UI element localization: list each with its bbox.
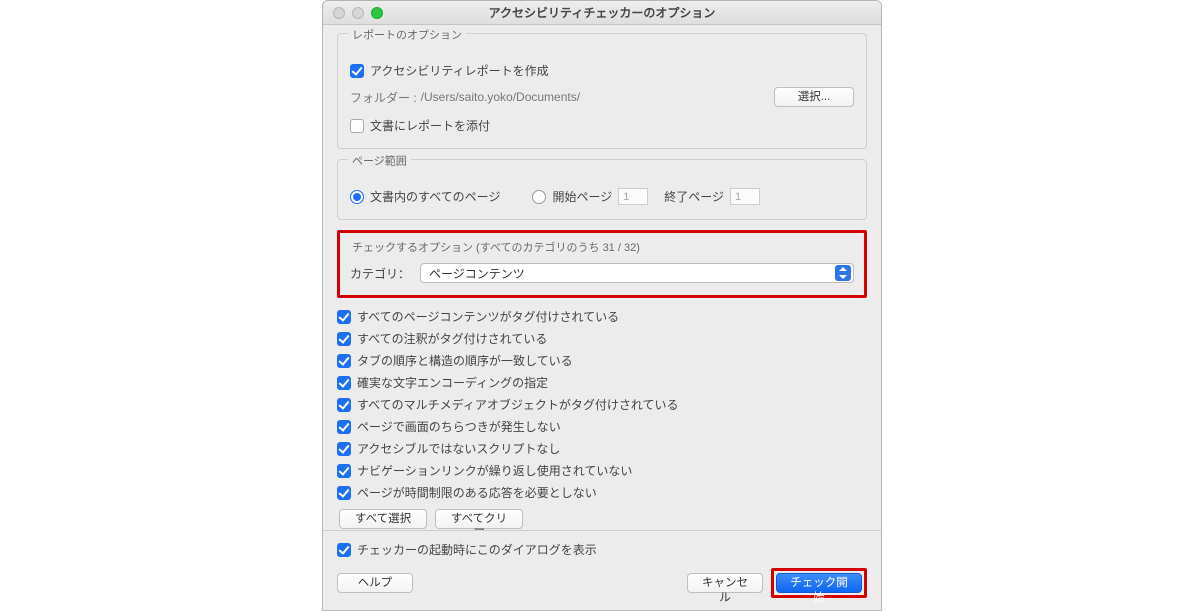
check-item: すべてのマルチメディアオブジェクトがタグ付けされている (337, 396, 867, 413)
footer: チェッカーの起動時にこのダイアログを表示 ヘルプ キャンセル チェック開始 (323, 530, 881, 610)
category-label: カテゴリ： (350, 265, 410, 282)
check-item-label: アクセシブルではないスクリプトなし (357, 440, 560, 457)
show-on-start-row: チェッカーの起動時にこのダイアログを表示 (337, 541, 867, 558)
check-item: タブの順序と構造の順序が一致している (337, 352, 867, 369)
check-item-checkbox[interactable] (337, 486, 351, 500)
check-item: アクセシブルではないスクリプトなし (337, 440, 867, 457)
check-item-label: すべてのマルチメディアオブジェクトがタグ付けされている (357, 396, 678, 413)
to-page-label: 終了ページ (664, 188, 724, 205)
check-item: ナビゲーションリンクが繰り返し使用されていない (337, 462, 867, 479)
titlebar: アクセシビリティチェッカーのオプション (323, 1, 881, 25)
select-folder-button[interactable]: 選択... (774, 87, 854, 107)
page-range-title: ページ範囲 (348, 153, 411, 169)
start-button-highlight: チェック開始 (771, 568, 867, 598)
window-title: アクセシビリティチェッカーのオプション (323, 4, 881, 21)
attach-report-label: 文書にレポートを添付 (370, 117, 490, 134)
checks-list: すべてのページコンテンツがタグ付けされている すべての注釈がタグ付けされている … (337, 308, 867, 529)
from-page-input[interactable] (618, 188, 648, 205)
check-item-checkbox[interactable] (337, 442, 351, 456)
check-item: すべての注釈がタグ付けされている (337, 330, 867, 347)
create-report-checkbox[interactable] (350, 64, 364, 78)
page-range-group: ページ範囲 文書内のすべてのページ 開始ページ 終了ページ (337, 159, 867, 220)
check-item-label: 確実な文字エンコーディングの指定 (357, 374, 548, 391)
check-item: ページで画面のちらつきが発生しない (337, 418, 867, 435)
attach-report-checkbox[interactable] (350, 119, 364, 133)
cancel-button[interactable]: キャンセル (687, 573, 763, 593)
start-check-button[interactable]: チェック開始 (776, 573, 862, 593)
check-item-label: すべての注釈がタグ付けされている (357, 330, 547, 347)
footer-buttons: ヘルプ キャンセル チェック開始 (337, 568, 867, 598)
to-page-input[interactable] (730, 188, 760, 205)
check-item-checkbox[interactable] (337, 332, 351, 346)
report-options-group: レポートのオプション アクセシビリティレポートを作成 フォルダー : /User… (337, 33, 867, 149)
select-all-button[interactable]: すべて選択 (339, 509, 427, 529)
clear-all-button[interactable]: すべてクリア (435, 509, 523, 529)
check-item-checkbox[interactable] (337, 464, 351, 478)
check-item: 確実な文字エンコーディングの指定 (337, 374, 867, 391)
from-page-radio[interactable] (532, 190, 546, 204)
select-clear-row: すべて選択 すべてクリア (337, 509, 867, 529)
folder-path: /Users/saito.yoko/Documents/ (421, 90, 580, 104)
check-options-section: チェックするオプション (すべてのカテゴリのうち 31 / 32) カテゴリ： … (337, 230, 867, 298)
attach-report-row: 文書にレポートを添付 (350, 117, 854, 134)
check-item-checkbox[interactable] (337, 376, 351, 390)
check-item-label: ナビゲーションリンクが繰り返し使用されていない (357, 462, 632, 479)
all-pages-label: 文書内のすべてのページ (370, 188, 500, 205)
all-pages-radio[interactable] (350, 190, 364, 204)
from-page-label: 開始ページ (552, 188, 612, 205)
check-item-checkbox[interactable] (337, 398, 351, 412)
category-row: カテゴリ： ページコンテンツ (350, 263, 854, 283)
check-options-title: チェックするオプション (すべてのカテゴリのうち 31 / 32) (352, 239, 854, 255)
create-report-label: アクセシビリティレポートを作成 (370, 62, 549, 79)
check-item: ページが時間制限のある応答を必要としない (337, 484, 867, 501)
check-item-checkbox[interactable] (337, 310, 351, 324)
check-item-label: ページが時間制限のある応答を必要としない (357, 484, 597, 501)
footer-right-buttons: キャンセル チェック開始 (687, 568, 867, 598)
create-report-row: アクセシビリティレポートを作成 (350, 62, 854, 79)
folder-row: フォルダー : /Users/saito.yoko/Documents/ 選択.… (350, 87, 854, 107)
category-select[interactable]: ページコンテンツ (420, 263, 854, 283)
report-options-title: レポートのオプション (348, 27, 466, 43)
check-item: すべてのページコンテンツがタグ付けされている (337, 308, 867, 325)
help-button[interactable]: ヘルプ (337, 573, 413, 593)
check-item-label: すべてのページコンテンツがタグ付けされている (357, 308, 619, 325)
select-arrows-icon (835, 265, 851, 281)
check-item-label: タブの順序と構造の順序が一致している (357, 352, 573, 369)
show-on-start-label: チェッカーの起動時にこのダイアログを表示 (357, 541, 597, 558)
category-select-value: ページコンテンツ (429, 265, 525, 282)
page-range-row: 文書内のすべてのページ 開始ページ 終了ページ (350, 188, 854, 205)
show-on-start-checkbox[interactable] (337, 543, 351, 557)
check-item-label: ページで画面のちらつきが発生しない (357, 418, 561, 435)
folder-label: フォルダー : (350, 89, 417, 106)
dialog-body: レポートのオプション アクセシビリティレポートを作成 フォルダー : /User… (323, 25, 881, 529)
accessibility-checker-options-dialog: アクセシビリティチェッカーのオプション レポートのオプション アクセシビリティレ… (322, 0, 882, 611)
check-item-checkbox[interactable] (337, 354, 351, 368)
check-item-checkbox[interactable] (337, 420, 351, 434)
